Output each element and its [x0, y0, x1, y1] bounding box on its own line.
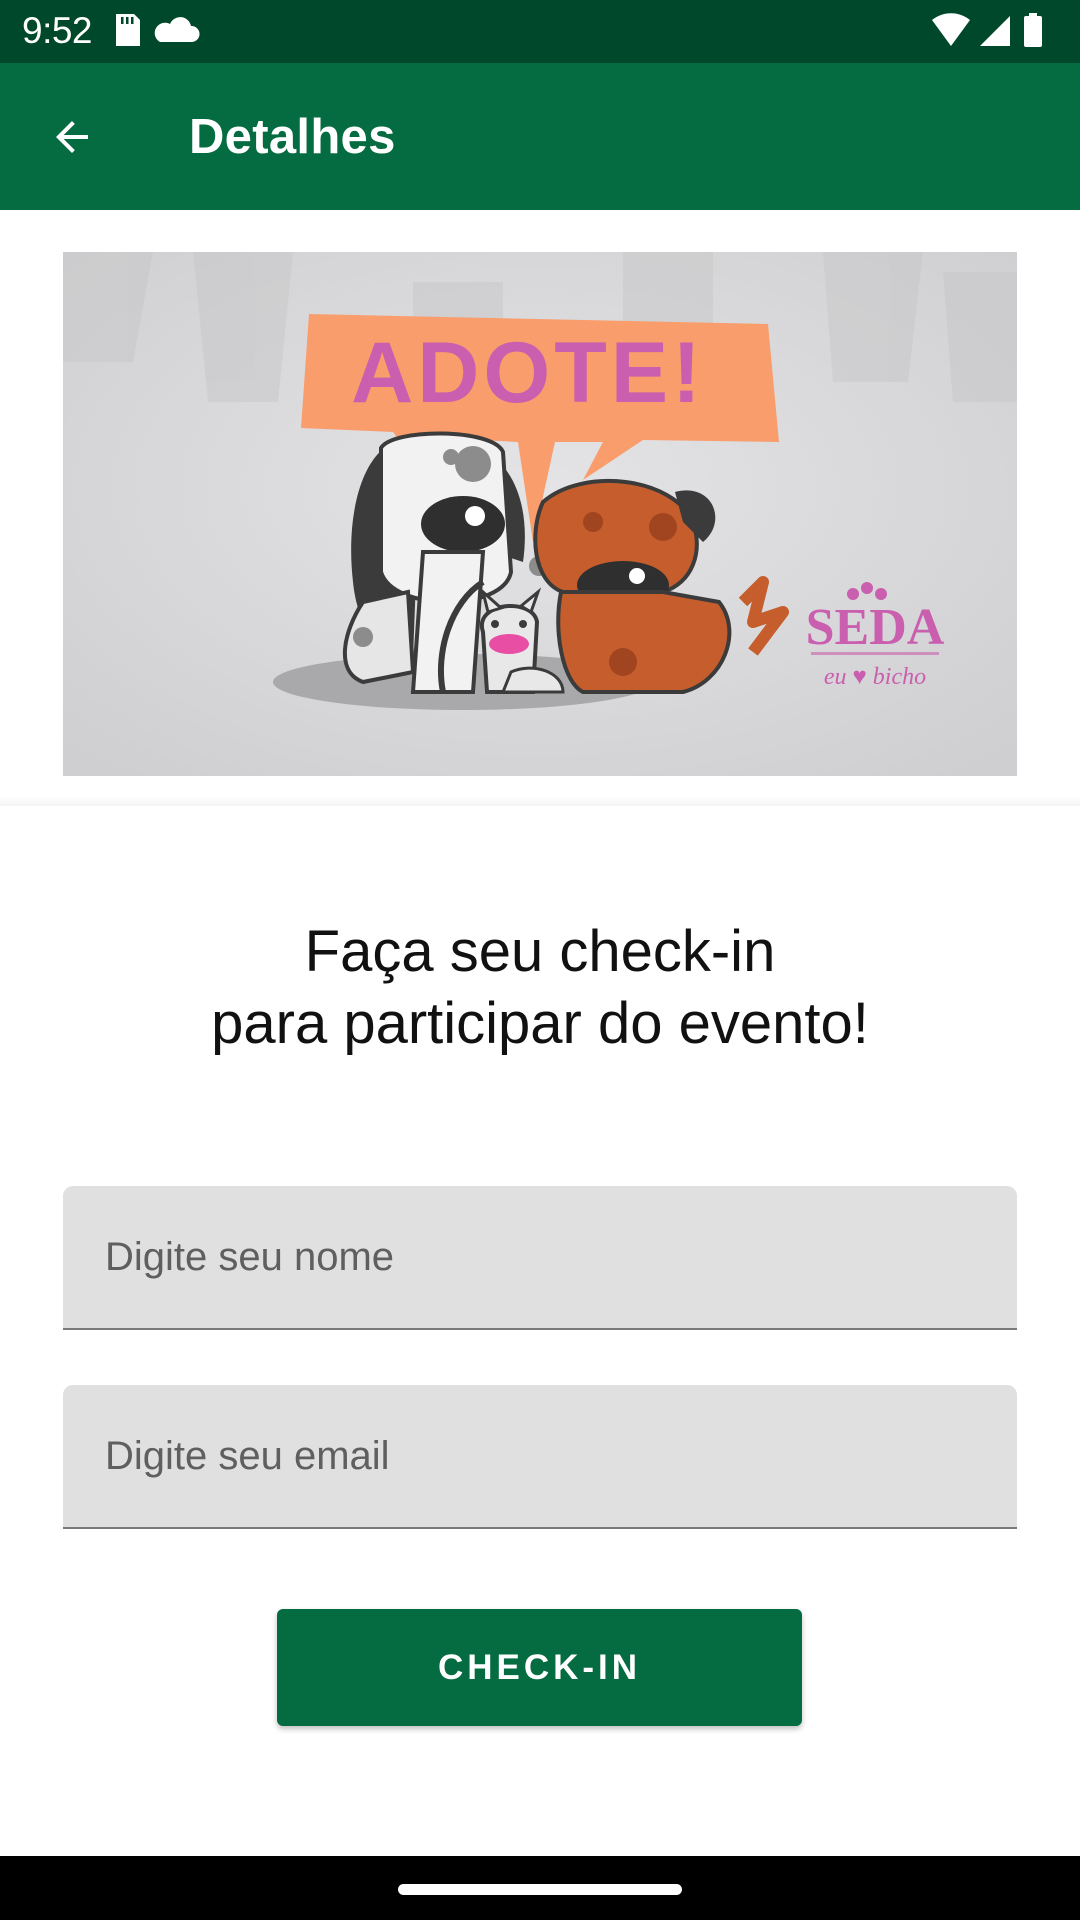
back-button[interactable]: [36, 101, 108, 173]
battery-icon: [1024, 13, 1042, 47]
headline-line-1: Faça seu check-in: [304, 919, 776, 984]
adote-text: ADOTE!: [351, 325, 705, 421]
page-title: Detalhes: [189, 110, 396, 164]
sd-card-icon: [116, 14, 140, 46]
status-bar: 9:52: [0, 0, 1080, 63]
banner-section: ADOTE! SEDA eu ♥ bicho: [0, 210, 1080, 806]
headline-line-2: para participar do evento!: [211, 991, 869, 1056]
name-input[interactable]: [63, 1186, 1017, 1328]
status-time: 9:52: [22, 10, 93, 51]
status-left-icons: [112, 12, 202, 57]
app-bar: Detalhes: [0, 63, 1080, 210]
email-field[interactable]: [63, 1385, 1017, 1529]
checkin-card: Faça seu check-in para participar do eve…: [0, 806, 1080, 1856]
signal-icon: [980, 16, 1010, 46]
adoption-banner-image: ADOTE! SEDA eu ♥ bicho: [63, 252, 1017, 776]
seda-tagline-text: eu ♥ bicho: [824, 664, 926, 690]
cloud-icon: [154, 17, 200, 42]
email-input[interactable]: [63, 1385, 1017, 1527]
arrow-back-icon: [56, 121, 88, 153]
name-field[interactable]: [63, 1186, 1017, 1330]
seda-logo-text: SEDA: [806, 599, 945, 656]
wifi-icon: [932, 13, 970, 47]
checkin-button[interactable]: CHECK-IN: [277, 1609, 802, 1726]
seda-logo: SEDA eu ♥ bicho: [806, 582, 945, 690]
checkin-headline: Faça seu check-in para participar do eve…: [0, 916, 1080, 1060]
home-gesture-handle[interactable]: [398, 1884, 682, 1895]
navigation-bar: [0, 1856, 1080, 1920]
status-right-icons: [930, 12, 1060, 57]
